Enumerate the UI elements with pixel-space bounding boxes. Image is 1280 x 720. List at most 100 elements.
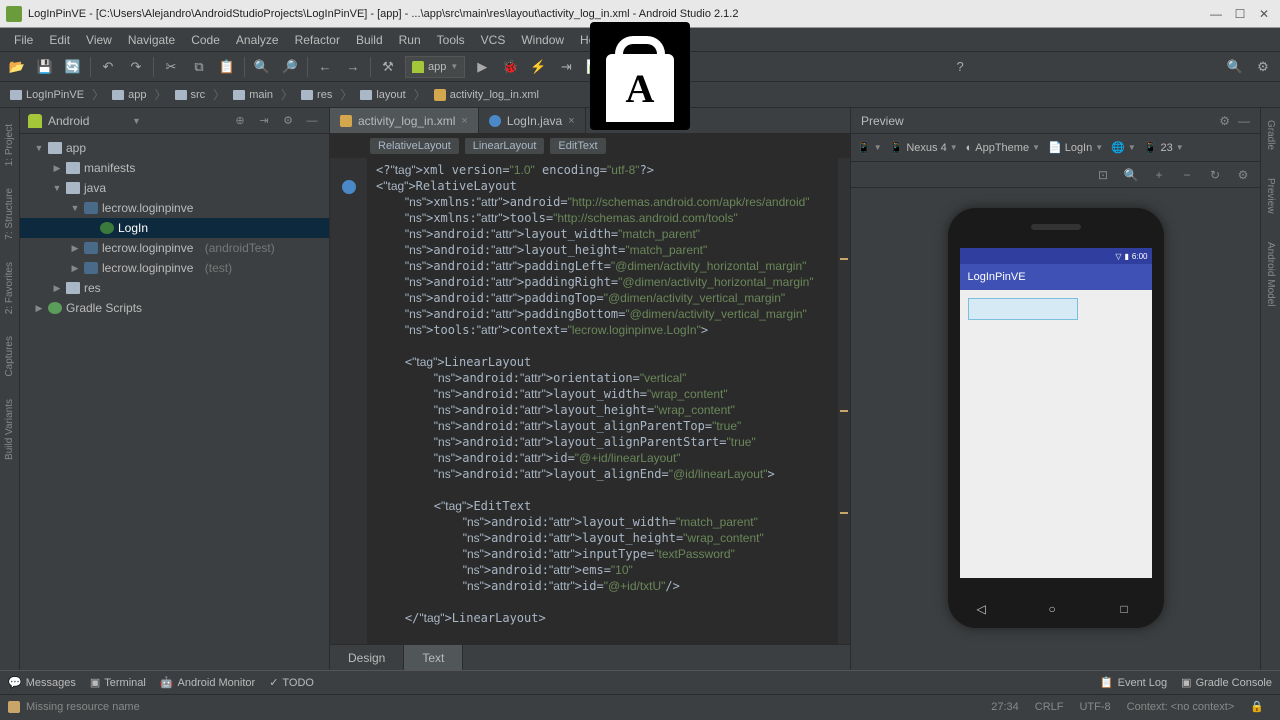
menu-tools[interactable]: Tools <box>429 33 473 47</box>
menu-edit[interactable]: Edit <box>41 33 78 47</box>
line-separator[interactable]: CRLF <box>1027 701 1072 713</box>
zoom-actual-icon[interactable]: 🔍 <box>1122 166 1140 184</box>
help-icon[interactable]: ? <box>949 56 971 78</box>
scroll-from-source-icon[interactable]: ⊕ <box>231 112 249 130</box>
cut-icon[interactable]: ✂ <box>160 56 182 78</box>
tree-login-class[interactable]: LogIn <box>20 218 329 238</box>
attach-debugger-icon[interactable]: ⇥ <box>555 56 577 78</box>
tree-pkg2[interactable]: ▶lecrow.loginpinve (androidTest) <box>20 238 329 258</box>
settings-icon[interactable]: ⚙ <box>1234 166 1252 184</box>
menu-code[interactable]: Code <box>183 33 228 47</box>
zoom-fit-icon[interactable]: ⊡ <box>1094 166 1112 184</box>
caret-position[interactable]: 27:34 <box>983 701 1027 713</box>
minimize-button[interactable]: — <box>1206 6 1226 22</box>
zoom-in-icon[interactable]: + <box>1150 166 1168 184</box>
zoom-out-icon[interactable]: − <box>1178 166 1196 184</box>
design-tab[interactable]: Design <box>330 645 404 670</box>
sync-icon[interactable]: 🔄 <box>62 56 84 78</box>
tab-activity-log-in-xml[interactable]: activity_log_in.xml× <box>330 108 479 133</box>
tool-captures[interactable]: Captures <box>4 330 15 383</box>
context-info[interactable]: Context: <no context> <box>1119 701 1243 713</box>
tool-favorites[interactable]: 2: Favorites <box>4 256 15 320</box>
messages-tool[interactable]: 💬 Messages <box>8 676 76 689</box>
event-log-tool[interactable]: 📋 Event Log <box>1100 676 1167 689</box>
locale-dropdown[interactable]: 🌐▼ <box>1111 141 1136 154</box>
redo-icon[interactable]: ↷ <box>125 56 147 78</box>
crumb-file[interactable]: activity_log_in.xml <box>430 89 543 101</box>
code-editor[interactable]: <?"tag">xml version="1.0" encoding="utf-… <box>330 158 850 644</box>
open-icon[interactable]: 📂 <box>6 56 28 78</box>
todo-tool[interactable]: ✓ TODO <box>269 676 314 689</box>
gutter-icon[interactable] <box>342 180 356 194</box>
menu-refactor[interactable]: Refactor <box>287 33 348 47</box>
tool-project[interactable]: 1: Project <box>4 118 15 172</box>
menu-build[interactable]: Build <box>348 33 391 47</box>
tool-android-model[interactable]: Android Model <box>1265 238 1276 310</box>
gear-icon[interactable]: ⚙ <box>279 112 297 130</box>
tool-structure[interactable]: 7: Structure <box>4 182 15 246</box>
hide-icon[interactable]: — <box>1238 114 1250 128</box>
code-content[interactable]: <?"tag">xml version="1.0" encoding="utf-… <box>368 158 838 644</box>
apply-changes-icon[interactable]: ⚡ <box>527 56 549 78</box>
bc-relativelayout[interactable]: RelativeLayout <box>370 138 459 154</box>
menu-analyze[interactable]: Analyze <box>228 33 287 47</box>
theme-dropdown[interactable]: ◐AppTheme▼ <box>966 142 1040 154</box>
warning-icon[interactable] <box>8 701 20 713</box>
collapse-all-icon[interactable]: ⇥ <box>255 112 273 130</box>
gear-icon[interactable]: ⚙ <box>1219 114 1230 128</box>
tree-manifests[interactable]: ▶manifests <box>20 158 329 178</box>
bc-edittext[interactable]: EditText <box>550 138 605 154</box>
hide-icon[interactable]: — <box>303 112 321 130</box>
orientation-dropdown[interactable]: 📱▼ <box>857 141 882 154</box>
forward-icon[interactable]: → <box>342 56 364 78</box>
close-tab-icon[interactable]: × <box>461 115 467 127</box>
bc-linearlayout[interactable]: LinearLayout <box>465 138 545 154</box>
maximize-button[interactable]: ☐ <box>1230 6 1250 22</box>
menu-run[interactable]: Run <box>391 33 429 47</box>
crumb-project[interactable]: LogInPinVE <box>6 89 88 101</box>
run-icon[interactable]: ▶ <box>471 56 493 78</box>
menu-window[interactable]: Window <box>513 33 572 47</box>
back-icon[interactable]: ← <box>314 56 336 78</box>
menu-vcs[interactable]: VCS <box>473 33 514 47</box>
tool-preview[interactable]: Preview <box>1265 174 1276 218</box>
close-button[interactable]: ✕ <box>1254 6 1274 22</box>
tree-app[interactable]: ▼app <box>20 138 329 158</box>
make-icon[interactable]: ⚒ <box>377 56 399 78</box>
crumb-main[interactable]: main <box>229 89 277 101</box>
gradle-console-tool[interactable]: ▣ Gradle Console <box>1181 676 1272 689</box>
debug-icon[interactable]: 🐞 <box>499 56 521 78</box>
tree-java[interactable]: ▼java <box>20 178 329 198</box>
copy-icon[interactable]: ⧉ <box>188 56 210 78</box>
run-config-dropdown[interactable]: app ▼ <box>405 56 465 78</box>
activity-dropdown[interactable]: 📄LogIn▼ <box>1048 141 1103 154</box>
android-monitor-tool[interactable]: 🤖 Android Monitor <box>160 676 255 689</box>
tree-gradle[interactable]: ▶Gradle Scripts <box>20 298 329 318</box>
tab-login-java[interactable]: LogIn.java× <box>479 108 586 133</box>
lock-icon[interactable]: 🔒 <box>1242 700 1272 713</box>
undo-icon[interactable]: ↶ <box>97 56 119 78</box>
crumb-res[interactable]: res <box>297 89 336 101</box>
project-view-dropdown[interactable]: Android <box>48 114 126 128</box>
menu-file[interactable]: File <box>6 33 41 47</box>
paste-icon[interactable]: 📋 <box>216 56 238 78</box>
search-everywhere-icon[interactable]: 🔍 <box>1224 56 1246 78</box>
project-tree[interactable]: ▼app ▶manifests ▼java ▼lecrow.loginpinve… <box>20 134 329 670</box>
tool-build-variants[interactable]: Build Variants <box>4 393 15 466</box>
menu-view[interactable]: View <box>78 33 120 47</box>
crumb-layout[interactable]: layout <box>356 89 409 101</box>
tree-pkg3[interactable]: ▶lecrow.loginpinve (test) <box>20 258 329 278</box>
text-tab[interactable]: Text <box>404 645 463 670</box>
close-tab-icon[interactable]: × <box>568 115 574 127</box>
find-icon[interactable]: 🔍 <box>251 56 273 78</box>
api-dropdown[interactable]: 📱23▼ <box>1144 141 1184 154</box>
menu-navigate[interactable]: Navigate <box>120 33 183 47</box>
crumb-src[interactable]: src <box>171 89 210 101</box>
crumb-app[interactable]: app <box>108 89 150 101</box>
tool-gradle[interactable]: Gradle <box>1265 116 1276 154</box>
settings-gear-icon[interactable]: ⚙ <box>1252 56 1274 78</box>
refresh-icon[interactable]: ↻ <box>1206 166 1224 184</box>
save-icon[interactable]: 💾 <box>34 56 56 78</box>
replace-icon[interactable]: 🔎 <box>279 56 301 78</box>
file-encoding[interactable]: UTF-8 <box>1071 701 1118 713</box>
